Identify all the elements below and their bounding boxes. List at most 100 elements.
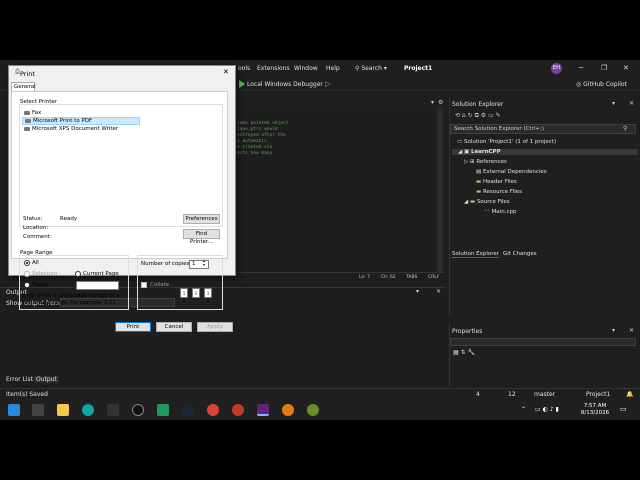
project-title: Project1 — [404, 65, 433, 72]
visual-studio-icon[interactable] — [257, 404, 269, 416]
clock-date: 8/13/2026 — [580, 410, 610, 416]
tree-item-label: LearnCPP — [470, 149, 501, 155]
code-line: same pointed object — [237, 121, 289, 126]
folder-icon: ▬ — [476, 179, 483, 185]
app-icon[interactable] — [232, 404, 244, 416]
file-explorer-icon[interactable] — [57, 404, 69, 416]
menu-help[interactable]: Help — [326, 65, 340, 72]
notification-icon[interactable]: 🔔 — [626, 391, 633, 398]
run-without-debug-icon[interactable]: ▷ — [325, 80, 330, 88]
find-printer-button[interactable]: Find Printer... — [183, 229, 220, 245]
se-toolbar-icon[interactable]: ⟲ ⌂ ↻ ⧉ ⚙ ▭ ✎ — [455, 112, 501, 120]
panel-options-icon[interactable]: ▾ — [416, 288, 419, 295]
tab-general[interactable]: General — [11, 82, 36, 91]
solution-search-placeholder: Search Solution Explorer (Ctrl+;) — [454, 126, 544, 132]
radio-pages[interactable] — [24, 282, 30, 288]
tree-item-header-files[interactable]: ▬ Header Files — [476, 179, 517, 185]
panel-close-icon[interactable]: ✕ — [629, 100, 634, 107]
play-icon[interactable] — [239, 80, 245, 88]
apply-button[interactable]: Apply — [197, 322, 233, 332]
tree-item-solution[interactable]: ▭ Solution 'Project1' (1 of 1 project) — [457, 139, 556, 145]
menu-extensions[interactable]: Extensions — [257, 65, 290, 72]
project-icon: ▣ — [463, 149, 471, 155]
start-debugger-button[interactable]: Local Windows Debugger — [247, 81, 323, 88]
tree-item-main-cpp[interactable]: ⁺⁺ Main.cpp — [484, 209, 516, 215]
tray-icons[interactable]: ▭ ◐ ♪ ▮ — [535, 406, 559, 413]
pin-icon[interactable]: ▾ — [431, 99, 434, 106]
panel-options-icon[interactable]: ▾ — [612, 327, 615, 334]
copies-input[interactable]: 1 — [189, 260, 209, 269]
radio-selection-label: Selection — [32, 271, 58, 277]
cancel-button[interactable]: Cancel — [156, 322, 192, 332]
arduino-icon[interactable] — [82, 404, 94, 416]
pages-input[interactable] — [76, 281, 119, 290]
windows-start-icon[interactable] — [8, 404, 20, 416]
radio-current-page-label: Current Page — [83, 271, 119, 277]
tree-item-references[interactable]: ▷ ⊞ References — [464, 159, 507, 165]
change-count[interactable]: 12 — [508, 391, 516, 398]
error-count[interactable]: 4 — [476, 391, 480, 398]
task-view-icon[interactable] — [32, 404, 44, 416]
editor-scrollbar[interactable] — [437, 107, 443, 272]
panel-close-icon[interactable]: ✕ — [629, 327, 634, 334]
radio-selection[interactable] — [24, 271, 30, 277]
restore-icon[interactable]: ❐ — [601, 64, 607, 72]
print-button[interactable]: Print — [115, 322, 151, 332]
properties-object-select[interactable] — [450, 338, 636, 346]
collate-checkbox[interactable] — [141, 282, 147, 288]
tree-item-external-dependencies[interactable]: ▤ External Dependencies — [476, 169, 547, 175]
printer-item-xps[interactable]: Microsoft XPS Document Writer — [22, 126, 120, 132]
copies-spinner[interactable]: ▴ ▾ — [203, 259, 205, 267]
steam-icon[interactable] — [182, 404, 194, 416]
tree-item-label: Main.cpp — [491, 209, 517, 215]
tree-item-resource-files[interactable]: ▬ Resource Files — [476, 189, 522, 195]
minimize-icon[interactable]: ─ — [579, 64, 583, 72]
avatar[interactable]: EH — [551, 63, 562, 74]
solution-search-input[interactable]: Search Solution Explorer (Ctrl+;) ⚲ — [450, 124, 636, 134]
radio-all[interactable] — [24, 260, 30, 266]
preferences-button[interactable]: Preferences — [183, 214, 220, 224]
taskbar-clock[interactable]: 7:57 AM 8/13/2026 — [580, 403, 610, 417]
menu-tools[interactable]: ools — [238, 65, 250, 72]
tab-solution-explorer[interactable]: Solution Explorer — [452, 251, 500, 258]
line-ending[interactable]: CRLF — [428, 275, 439, 280]
tab-git-changes[interactable]: Git Changes — [503, 251, 537, 257]
tree-item-label: Header Files — [482, 179, 517, 185]
branch-selector[interactable]: master — [534, 391, 555, 398]
tab-output[interactable]: Output — [34, 376, 59, 383]
chrome-icon[interactable] — [207, 404, 219, 416]
tree-item-project[interactable]: ◢ ▣ LearnCPP — [452, 149, 638, 155]
menu-window[interactable]: Window — [294, 65, 318, 72]
copilot-button[interactable]: ◎ GitHub Copilot — [576, 81, 627, 88]
printer-item-fax[interactable]: Fax — [22, 110, 43, 116]
tree-item-label: Resource Files — [482, 189, 522, 195]
close-icon[interactable]: ✕ — [223, 68, 229, 76]
spreadsheet-icon[interactable] — [157, 404, 169, 416]
close-icon[interactable]: ✕ — [623, 64, 629, 72]
tab-error-list[interactable]: Error List — [6, 376, 33, 383]
project-selector[interactable]: Project1 — [586, 391, 610, 398]
comment-label: Comment: — [23, 234, 52, 240]
gear-icon[interactable]: ⚙ — [438, 99, 443, 106]
tray-chevron-icon[interactable]: ⌃ — [521, 406, 526, 413]
blender-icon[interactable] — [282, 404, 294, 416]
tree-item-source-files[interactable]: ◢ ▬ Source Files — [464, 199, 510, 205]
solution-icon: ▭ — [457, 139, 464, 145]
unreal-engine-icon[interactable] — [132, 404, 144, 416]
notification-center-icon[interactable]: ▭ — [620, 405, 627, 413]
properties-toolbar-icon[interactable]: ▦ ⇅ 🔧 — [453, 349, 475, 356]
solution-explorer-title: Solution Explorer — [452, 101, 504, 108]
vs-search-button[interactable]: ⚲ Search ▾ — [355, 63, 393, 74]
radio-current-page[interactable] — [75, 271, 81, 277]
terminal-icon[interactable] — [107, 404, 119, 416]
print-dialog-title: Print — [20, 70, 35, 78]
printer-item-pdf[interactable]: Microsoft Print to PDF — [22, 117, 140, 125]
app-icon[interactable] — [307, 404, 319, 416]
copies-label: Number of copies: — [141, 261, 192, 267]
panel-options-icon[interactable]: ▾ — [612, 100, 615, 107]
panel-close-icon[interactable]: ✕ — [436, 288, 441, 295]
collate-illustration: 123 — [180, 288, 216, 300]
indent-mode[interactable]: TABS — [406, 275, 417, 280]
clock-time: 7:57 AM — [583, 403, 607, 409]
copilot-label: GitHub Copilot — [583, 81, 627, 88]
